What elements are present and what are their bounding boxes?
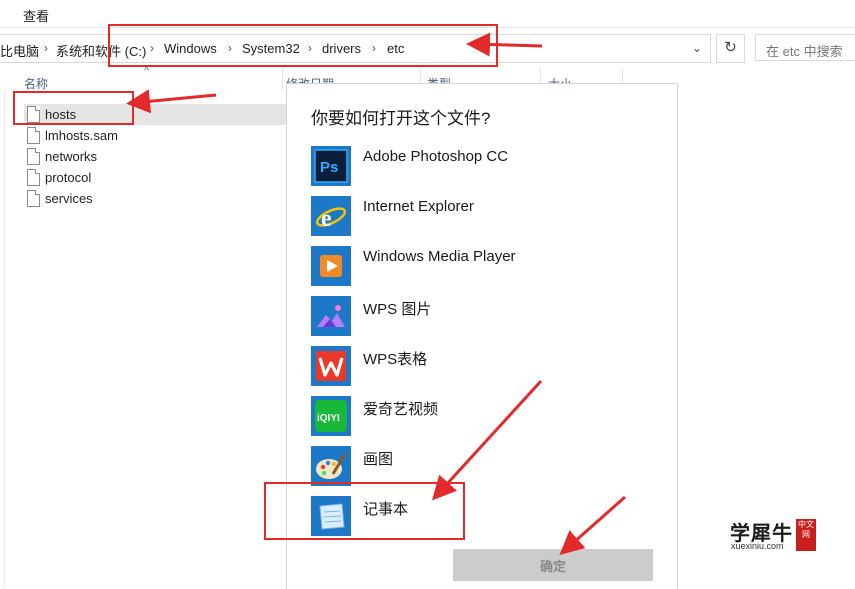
search-input[interactable]: 在 etc 中搜索 xyxy=(755,34,855,61)
chevron-down-icon[interactable]: ⌄ xyxy=(688,39,706,57)
breadcrumb-this-pc[interactable]: 比电脑 xyxy=(0,41,39,60)
document-icon xyxy=(27,148,40,165)
svg-text:Ps: Ps xyxy=(320,159,338,176)
dialog-title: 你要如何打开这个文件? xyxy=(311,109,491,128)
document-icon xyxy=(27,190,40,207)
file-row-networks[interactable]: networks xyxy=(24,146,286,167)
app-option-photoshop[interactable]: Ps Adobe Photoshop CC xyxy=(311,146,651,188)
watermark-sub: xuexiniu.com xyxy=(731,541,784,551)
app-option-iqiyi[interactable]: iQIYI 爱奇艺视频 xyxy=(311,396,651,438)
file-name: protocol xyxy=(45,170,92,185)
arrow-to-hosts xyxy=(126,89,217,114)
notepad-highlight-box xyxy=(264,482,465,540)
file-row-services[interactable]: services xyxy=(24,188,286,209)
file-name: lmhosts.sam xyxy=(45,128,118,143)
document-icon xyxy=(27,127,40,144)
watermark-logo: 学犀牛 xuexiniu.com 中文网 xyxy=(730,515,820,555)
chevron-right-icon[interactable]: › xyxy=(44,41,48,55)
file-name: networks xyxy=(45,149,98,164)
app-label: 爱奇艺视频 xyxy=(363,401,439,418)
document-icon xyxy=(27,169,40,186)
tab-view[interactable]: 查看 xyxy=(23,6,49,25)
iqiyi-icon: iQIYI xyxy=(311,396,351,436)
app-label: WPS表格 xyxy=(363,351,428,368)
app-label: Adobe Photoshop CC xyxy=(363,148,509,165)
media-player-icon xyxy=(311,246,351,286)
app-label: Internet Explorer xyxy=(363,198,474,215)
ok-button[interactable]: 确定 xyxy=(453,549,653,581)
svg-text:e: e xyxy=(321,206,332,232)
app-option-wps-picture[interactable]: WPS 图片 xyxy=(311,296,651,338)
wps-picture-icon xyxy=(311,296,351,336)
file-row-protocol[interactable]: protocol xyxy=(24,167,286,188)
app-option-media-player[interactable]: Windows Media Player xyxy=(311,246,651,288)
address-highlight-box xyxy=(108,24,498,67)
app-label: Windows Media Player xyxy=(363,248,516,265)
refresh-icon: ↻ xyxy=(724,39,737,56)
internet-explorer-icon: e xyxy=(311,196,351,236)
app-option-wps-spreadsheet[interactable]: WPS表格 xyxy=(311,346,651,388)
watermark-seal: 中文网 xyxy=(796,519,816,551)
file-row-lmhosts[interactable]: lmhosts.sam xyxy=(24,125,286,146)
wps-spreadsheet-icon xyxy=(311,346,351,386)
svg-text:iQIYI: iQIYI xyxy=(317,413,340,424)
column-divider[interactable] xyxy=(282,68,283,90)
app-label: WPS 图片 xyxy=(363,301,432,318)
refresh-button[interactable]: ↻ xyxy=(716,34,745,63)
paint-icon xyxy=(311,446,351,486)
app-label: 画图 xyxy=(363,451,394,468)
photoshop-icon: Ps xyxy=(311,146,351,186)
app-option-internet-explorer[interactable]: e Internet Explorer xyxy=(311,196,651,238)
hosts-highlight-box xyxy=(13,91,134,125)
pane-divider xyxy=(4,93,5,588)
column-name[interactable]: 名称 xyxy=(24,75,48,92)
file-name: services xyxy=(45,191,93,206)
